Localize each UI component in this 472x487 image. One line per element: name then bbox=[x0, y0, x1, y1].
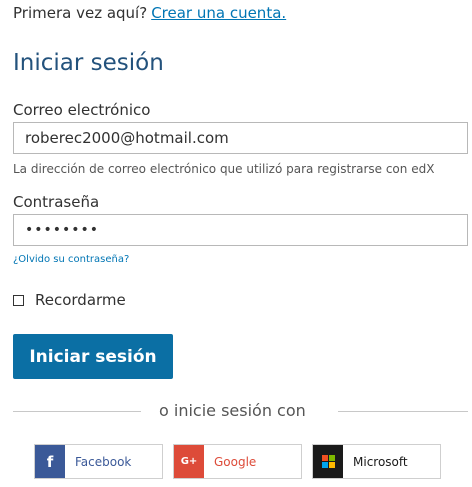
divider-line-right bbox=[338, 411, 468, 412]
facebook-icon: f bbox=[35, 445, 65, 478]
google-plus-icon: G+ bbox=[174, 445, 204, 478]
first-time-prompt: Primera vez aquí? Crear una cuenta. bbox=[13, 4, 286, 22]
page-title: Iniciar sesión bbox=[13, 50, 164, 76]
remember-me[interactable]: Recordarme bbox=[13, 291, 126, 309]
password-label: Contraseña bbox=[13, 193, 100, 211]
microsoft-button[interactable]: Microsoft bbox=[312, 444, 441, 479]
facebook-button[interactable]: f Facebook bbox=[34, 444, 163, 479]
remember-me-label: Recordarme bbox=[35, 291, 126, 309]
password-field[interactable]: •••••••• bbox=[13, 214, 468, 246]
microsoft-label: Microsoft bbox=[353, 454, 408, 469]
microsoft-icon bbox=[313, 445, 343, 478]
social-divider: o inicie sesión con bbox=[13, 401, 468, 421]
facebook-label: Facebook bbox=[75, 454, 132, 469]
create-account-link[interactable]: Crear una cuenta. bbox=[151, 4, 286, 22]
first-time-text: Primera vez aquí? bbox=[13, 4, 148, 22]
google-label: Google bbox=[214, 454, 257, 469]
forgot-password-link[interactable]: ¿Olvido su contraseña? bbox=[13, 254, 129, 265]
email-hint: La dirección de correo electrónico que u… bbox=[13, 162, 435, 176]
divider-text: o inicie sesión con bbox=[159, 401, 306, 420]
remember-me-checkbox[interactable] bbox=[13, 294, 24, 306]
google-button[interactable]: G+ Google bbox=[173, 444, 302, 479]
signin-button[interactable]: Iniciar sesión bbox=[13, 334, 173, 379]
email-field[interactable] bbox=[13, 122, 468, 154]
email-label: Correo electrónico bbox=[13, 101, 151, 119]
divider-line-left bbox=[13, 411, 141, 412]
